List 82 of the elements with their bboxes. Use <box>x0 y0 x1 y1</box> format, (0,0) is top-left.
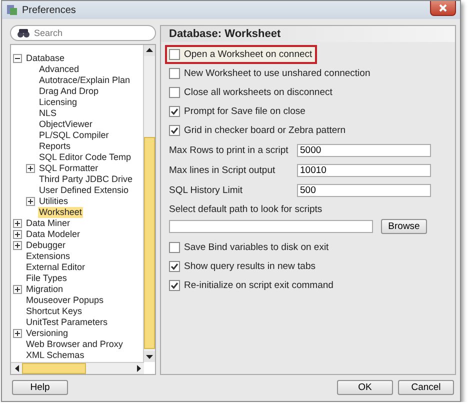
vertical-scrollbar[interactable] <box>143 44 155 362</box>
search-input[interactable]: Search <box>34 28 134 38</box>
tree-item[interactable]: Database <box>25 52 66 64</box>
checkmark-icon <box>170 107 179 116</box>
window-title: Preferences <box>22 4 77 16</box>
input-field[interactable]: 10010 <box>297 164 431 176</box>
scroll-down-icon[interactable] <box>146 354 153 358</box>
browse-button[interactable]: Browse <box>381 218 427 234</box>
tree-item[interactable]: Worksheet <box>38 206 83 218</box>
expand-icon[interactable] <box>13 328 22 338</box>
ok-button[interactable]: OK <box>337 380 393 395</box>
tree-item[interactable]: User Defined Extensio <box>38 184 130 196</box>
tree-item[interactable]: SQL Formatter <box>38 162 100 174</box>
close-button[interactable] <box>430 1 456 16</box>
binoculars-icon <box>17 28 30 38</box>
scroll-right-icon[interactable] <box>136 365 140 372</box>
panel-title: Database: Worksheet <box>161 26 455 42</box>
checkmark-icon <box>170 262 179 271</box>
cancel-button[interactable]: Cancel <box>398 380 454 395</box>
collapse-icon[interactable] <box>13 54 22 63</box>
expand-icon[interactable] <box>26 196 35 206</box>
checkbox-label: Prompt for Save file on close <box>184 106 306 117</box>
tree-item[interactable]: Mouseover Popups <box>25 294 105 306</box>
checkbox-label: Open a Worksheet on connect <box>184 49 312 60</box>
field-label: SQL History Limit <box>169 184 244 196</box>
tree-item[interactable]: Third Party JDBC Drive <box>38 174 134 185</box>
scroll-left-icon[interactable] <box>14 365 18 372</box>
checkbox[interactable] <box>169 68 180 79</box>
tree-item[interactable]: Reports <box>38 140 72 152</box>
tree-item[interactable]: PL/SQL Compiler <box>38 130 110 141</box>
checkbox-label: Re-initialize on script exit command <box>184 280 334 291</box>
checkbox-label: Save Bind variables to disk on exit <box>184 242 329 253</box>
help-button[interactable]: Help <box>12 380 68 395</box>
tree-item[interactable]: Advanced <box>38 64 80 75</box>
tree-item[interactable]: Licensing <box>38 96 78 108</box>
tree-item[interactable]: XML Schemas <box>25 350 86 361</box>
checkbox[interactable] <box>169 106 180 117</box>
tree-item[interactable]: NLS <box>38 108 58 119</box>
checkbox[interactable] <box>169 87 180 98</box>
checkmark-icon <box>170 126 179 135</box>
checkbox-label: Grid in checker board or Zebra pattern <box>184 125 346 136</box>
checkbox[interactable] <box>169 261 180 272</box>
search-field[interactable]: Search <box>10 25 156 41</box>
tree-item[interactable]: ObjectViewer <box>38 118 94 130</box>
expand-icon[interactable] <box>13 230 22 239</box>
tree-item[interactable]: SQL Editor Code Temp <box>38 152 132 163</box>
checkbox-label: New Worksheet to use unshared connection <box>184 68 370 79</box>
tree-item[interactable]: Drag And Drop <box>38 86 100 97</box>
tree-item[interactable]: Migration <box>25 284 64 295</box>
field-label: Max lines in Script output <box>169 164 276 176</box>
input-field[interactable]: 5000 <box>297 144 431 156</box>
tree-item[interactable]: Web Browser and Proxy <box>25 338 124 350</box>
app-icon <box>6 4 18 16</box>
tree-item[interactable]: Data Miner <box>25 218 72 229</box>
checkbox[interactable] <box>169 242 180 253</box>
input-field[interactable]: 500 <box>297 184 431 196</box>
scroll-up-icon[interactable] <box>146 48 153 52</box>
tree-item[interactable]: Data Modeler <box>25 228 82 240</box>
tree-item[interactable]: UnitTest Parameters <box>25 316 109 328</box>
tree-item[interactable]: Autotrace/Explain Plan <box>38 74 132 86</box>
expand-icon[interactable] <box>13 240 22 250</box>
checkbox[interactable] <box>169 49 180 60</box>
expand-icon[interactable] <box>13 284 22 294</box>
close-icon <box>438 3 448 13</box>
checkbox[interactable] <box>169 280 180 291</box>
expand-icon[interactable] <box>26 164 35 173</box>
tree-item[interactable]: Debugger <box>25 240 67 251</box>
field-label: Select default path to look for scripts <box>169 204 322 214</box>
tree-item[interactable]: External Editor <box>25 262 86 273</box>
tree-item[interactable]: Extensions <box>25 250 72 262</box>
expand-icon[interactable] <box>13 218 22 228</box>
horizontal-scrollbar[interactable] <box>11 362 144 374</box>
checkbox-label: Show query results in new tabs <box>184 261 316 272</box>
tree-item[interactable]: Shortcut Keys <box>25 306 84 317</box>
checkbox[interactable] <box>169 125 180 136</box>
tree-item[interactable]: File Types <box>25 272 68 284</box>
path-field[interactable] <box>169 220 373 232</box>
field-label: Max Rows to print in a script <box>169 144 290 156</box>
checkbox-label: Close all worksheets on disconnect <box>184 87 332 98</box>
checkmark-icon <box>170 281 179 290</box>
tree-item[interactable]: Versioning <box>25 328 70 339</box>
tree-item[interactable]: Utilities <box>38 196 70 207</box>
